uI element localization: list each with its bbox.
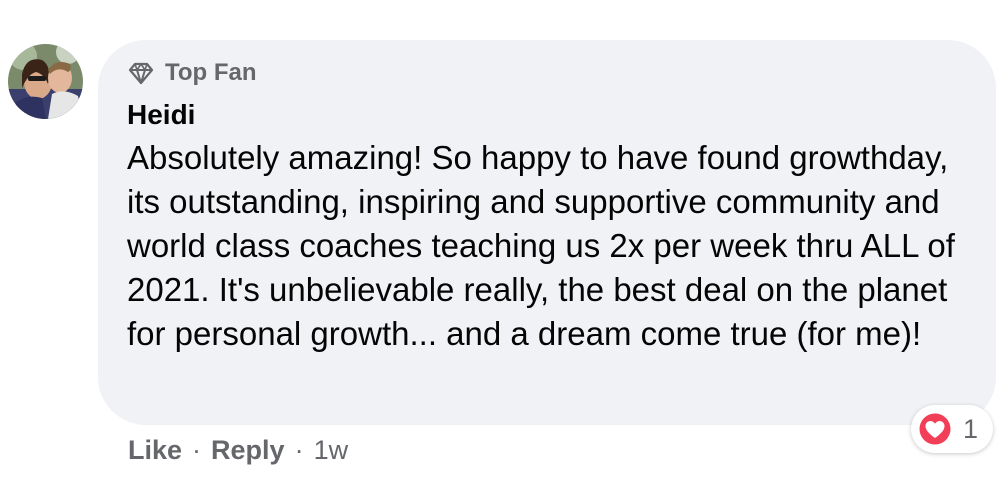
reaction-count: 1 xyxy=(963,413,979,444)
comment-bubble: Top Fan Heidi Absolutely amazing! So hap… xyxy=(98,40,996,425)
reaction-summary[interactable]: 1 xyxy=(911,405,993,453)
comment-timestamp[interactable]: 1w xyxy=(314,435,349,466)
avatar[interactable] xyxy=(8,44,83,119)
action-separator: · xyxy=(192,434,202,465)
reply-button[interactable]: Reply xyxy=(211,435,285,466)
top-fan-badge[interactable]: Top Fan xyxy=(127,58,976,88)
comment-actions: Like · Reply · 1w xyxy=(128,430,348,470)
diamond-icon xyxy=(127,59,155,87)
like-button[interactable]: Like xyxy=(128,435,182,466)
comment-author[interactable]: Heidi xyxy=(127,98,976,132)
love-reaction-icon xyxy=(917,411,953,447)
badge-label: Top Fan xyxy=(165,59,257,86)
comment-text: Absolutely amazing! So happy to have fou… xyxy=(127,139,955,352)
action-separator: · xyxy=(294,434,304,465)
